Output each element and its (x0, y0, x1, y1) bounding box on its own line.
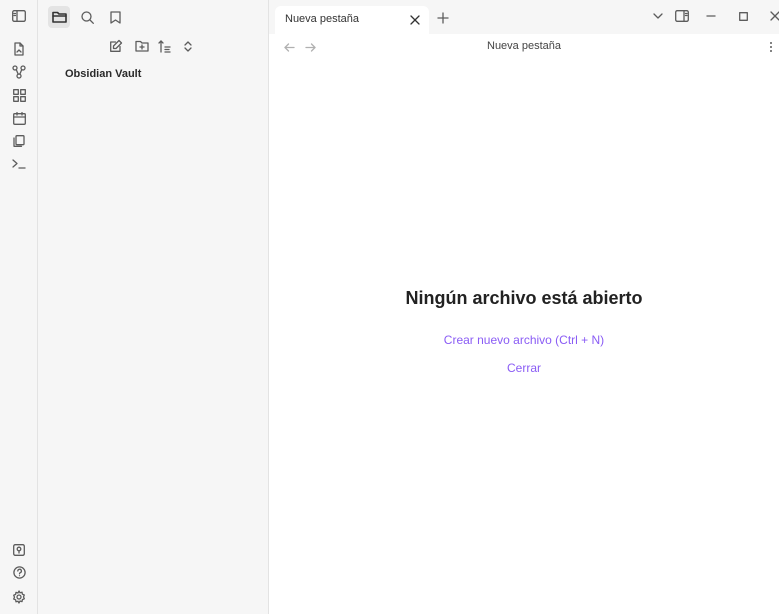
minimize-icon[interactable] (703, 8, 719, 24)
tab-list-icon[interactable] (650, 8, 666, 24)
window-close-icon[interactable] (767, 8, 779, 24)
canvas-icon[interactable] (10, 86, 28, 104)
create-new-file-link[interactable]: Crear nuevo archivo (Ctrl + N) (269, 333, 779, 347)
tab-bar: Nueva pestaña (269, 0, 779, 34)
empty-state-title: Ningún archivo está abierto (405, 288, 643, 308)
vault-name[interactable]: Obsidian Vault (65, 68, 141, 80)
view-header: Nueva pestaña (269, 34, 779, 60)
ribbon (0, 0, 38, 614)
tab-nueva-pestana[interactable]: Nueva pestaña (275, 6, 429, 34)
daily-note-icon[interactable] (10, 109, 28, 127)
tab-title: Nueva pestaña (285, 13, 359, 25)
sort-icon[interactable] (155, 37, 173, 55)
close-icon[interactable] (407, 12, 423, 28)
close-link[interactable]: Cerrar (269, 361, 779, 375)
new-tab-icon[interactable] (435, 10, 451, 26)
open-quick-switcher-icon[interactable] (10, 40, 28, 58)
new-folder-icon[interactable] (133, 37, 151, 55)
view-title: Nueva pestaña (487, 40, 561, 52)
collapse-all-icon[interactable] (179, 37, 197, 55)
more-options-icon[interactable] (763, 39, 779, 55)
maximize-icon[interactable] (735, 8, 751, 24)
new-note-icon[interactable] (107, 37, 125, 55)
search-tab[interactable] (76, 6, 98, 28)
sidebar-toggle-icon[interactable] (10, 7, 28, 25)
vault-switcher-icon[interactable] (10, 541, 28, 559)
graph-view-icon[interactable] (10, 63, 28, 81)
help-icon[interactable] (10, 563, 28, 581)
bookmarks-tab[interactable] (104, 6, 126, 28)
right-sidebar-toggle-icon[interactable] (674, 8, 690, 24)
files-tab[interactable] (48, 6, 70, 28)
settings-icon[interactable] (10, 588, 28, 606)
command-palette-icon[interactable] (10, 155, 28, 173)
left-sidebar: Obsidian Vault (38, 0, 269, 614)
templates-icon[interactable] (10, 132, 28, 150)
